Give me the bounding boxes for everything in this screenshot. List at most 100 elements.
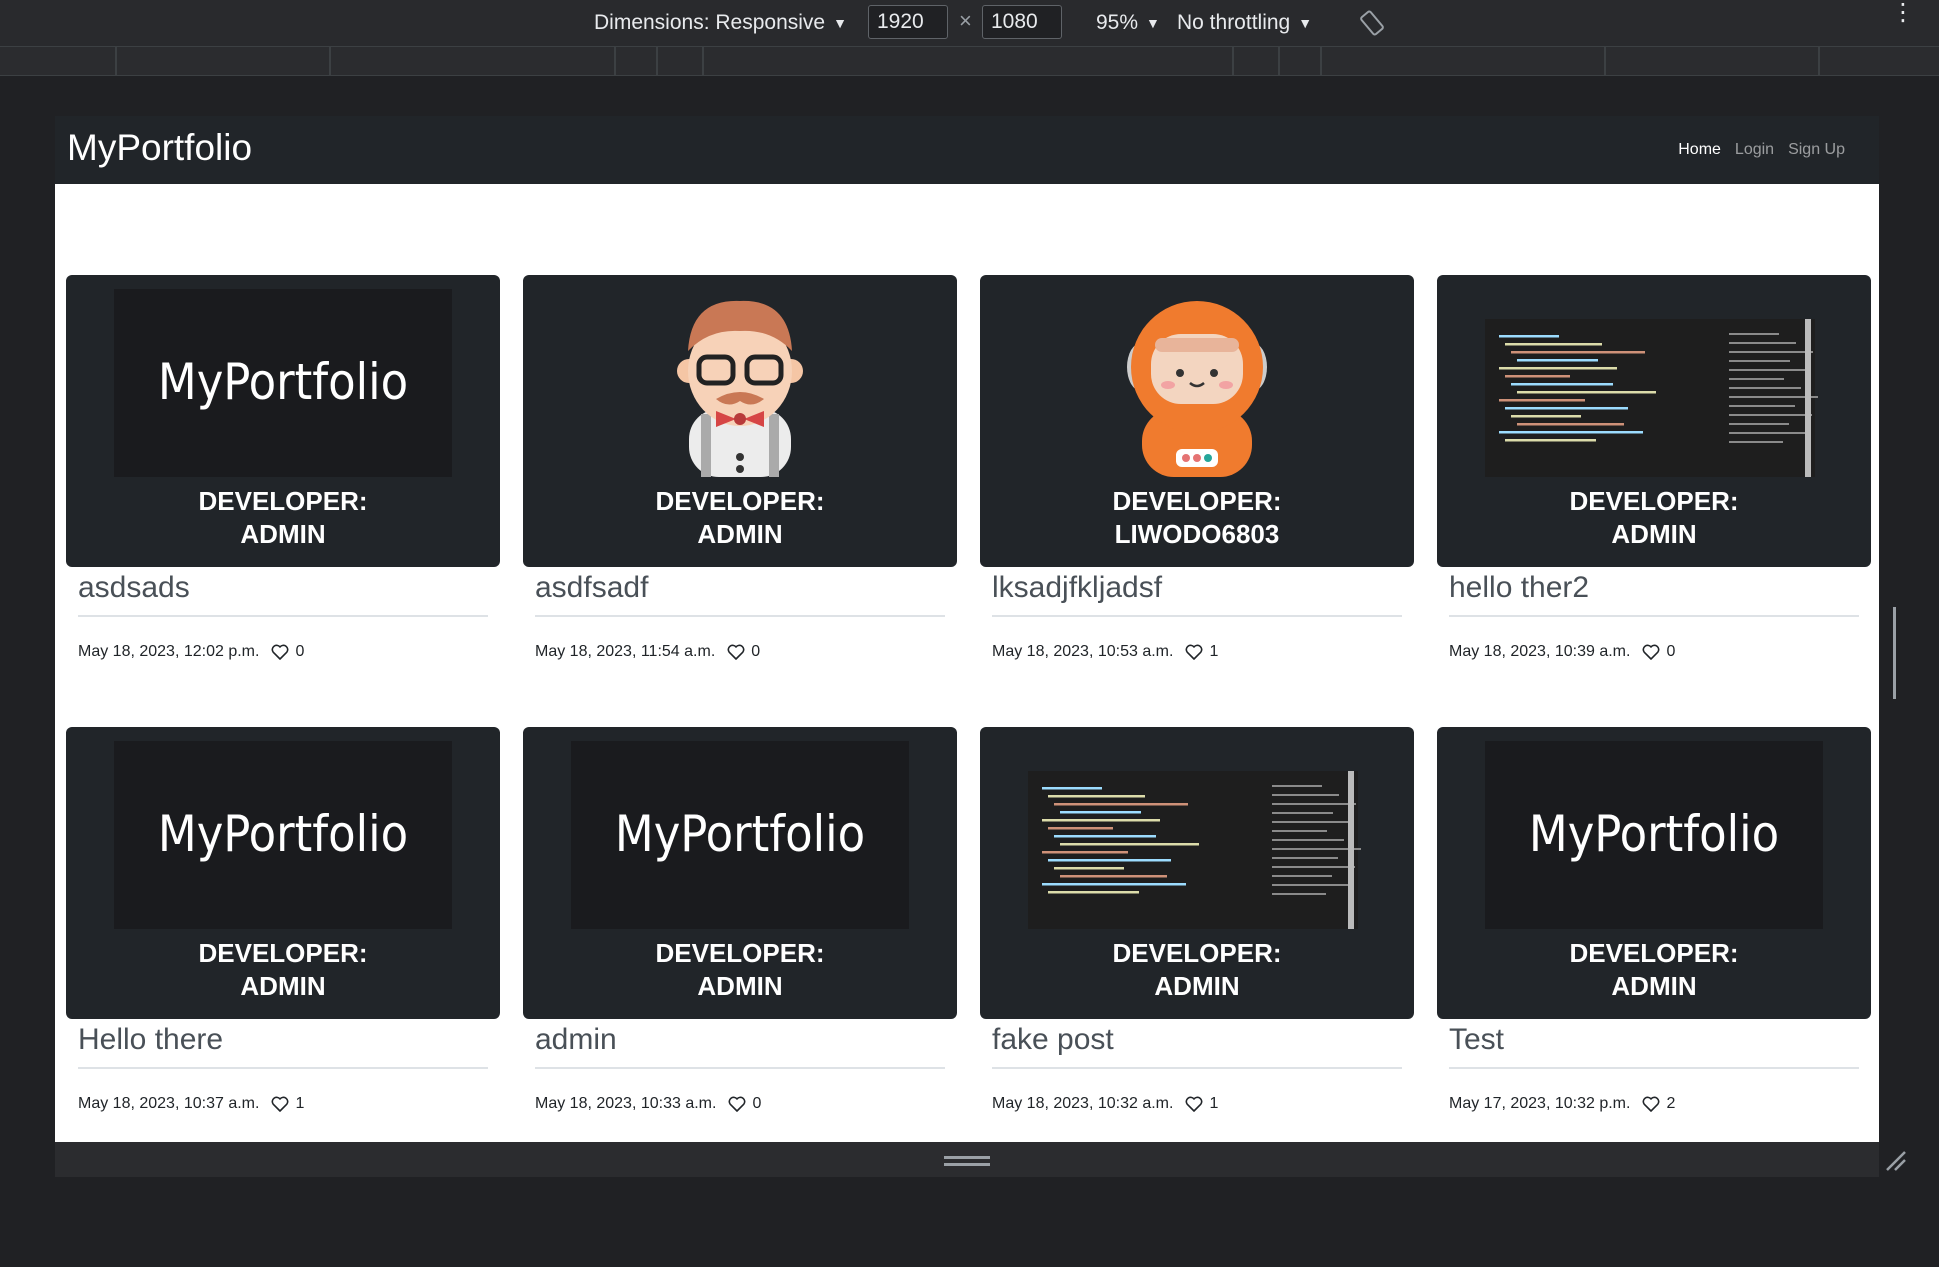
media-query-segment[interactable]	[1234, 47, 1280, 75]
developer-label: DEVELOPER:	[198, 938, 368, 968]
developer-label: DEVELOPER:	[655, 486, 825, 516]
developer-label: DEVELOPER:	[1569, 486, 1739, 516]
post-thumbnail[interactable]: MyPortfolio DEVELOPER: ADMIN	[523, 727, 957, 1019]
post-thumbnail[interactable]: MyPortfolio DEVELOPER: ADMIN	[66, 727, 500, 1019]
media-query-segment[interactable]	[117, 47, 331, 75]
heart-icon[interactable]	[1185, 1096, 1203, 1112]
bottom-resize-handle[interactable]	[944, 1156, 990, 1166]
nav-login-link[interactable]: Login	[1735, 141, 1774, 159]
post-title[interactable]: Test	[1449, 1023, 1859, 1069]
heart-icon[interactable]	[271, 644, 289, 660]
like-count: 0	[1666, 643, 1676, 660]
developer-name: LIWODO6803	[1114, 519, 1280, 549]
corner-resize-icon[interactable]	[1883, 1148, 1907, 1172]
like-count: 1	[1209, 1095, 1219, 1112]
times-sign: ×	[959, 8, 972, 33]
post-date: May 18, 2023, 10:33 a.m.	[535, 1095, 717, 1112]
developer-label: DEVELOPER:	[1112, 486, 1282, 516]
media-query-segment[interactable]	[658, 47, 704, 75]
post-date: May 17, 2023, 10:32 p.m.	[1449, 1095, 1631, 1112]
developer-name: ADMIN	[697, 519, 783, 549]
heart-icon[interactable]	[1642, 644, 1660, 660]
post-title[interactable]: asdsads	[78, 571, 488, 617]
zoom-label: 95%	[1096, 11, 1139, 34]
logo-art-text: MyPortfolio	[615, 805, 865, 863]
caret-down-icon: ▼	[1146, 15, 1160, 31]
post-thumbnail[interactable]: DEVELOPER: ADMIN	[523, 275, 957, 567]
post-date: May 18, 2023, 12:02 p.m.	[78, 643, 260, 660]
nav-signup-link[interactable]: Sign Up	[1788, 141, 1845, 159]
heart-icon[interactable]	[1185, 644, 1203, 660]
caret-down-icon: ▼	[833, 15, 847, 31]
media-query-segment[interactable]	[0, 47, 117, 75]
developer-caption: DEVELOPER: ADMIN	[66, 485, 500, 551]
like-count: 0	[751, 643, 761, 660]
developer-name: ADMIN	[1154, 971, 1240, 1001]
heart-icon[interactable]	[271, 1096, 289, 1112]
media-query-segment[interactable]	[1606, 47, 1820, 75]
navbar: MyPortfolio Home Login Sign Up	[55, 116, 1879, 184]
developer-caption: DEVELOPER: ADMIN	[523, 937, 957, 1003]
post-title[interactable]: admin	[535, 1023, 945, 1069]
post-title[interactable]: asdfsadf	[535, 571, 945, 617]
zoom-dropdown[interactable]: 95% ▼	[1096, 0, 1160, 46]
width-input[interactable]	[868, 5, 948, 39]
like-count: 2	[1666, 1095, 1676, 1112]
post-meta: May 18, 2023, 10:33 a.m. 0	[535, 1095, 761, 1113]
developer-name: ADMIN	[240, 971, 326, 1001]
rotate-icon[interactable]	[1358, 0, 1386, 46]
developer-caption: DEVELOPER: ADMIN	[1437, 937, 1871, 1003]
post-date: May 18, 2023, 10:39 a.m.	[1449, 643, 1631, 660]
post-thumbnail[interactable]: MyPortfolio DEVELOPER: ADMIN	[1437, 727, 1871, 1019]
side-resize-handle[interactable]	[1893, 607, 1903, 699]
media-query-segment[interactable]	[1322, 47, 1606, 75]
post-date: May 18, 2023, 11:54 a.m.	[535, 643, 716, 660]
more-options-icon[interactable]: ⋮	[1891, 1, 1915, 25]
dimensions-label: Dimensions: Responsive	[594, 11, 826, 34]
media-query-bar	[0, 47, 1939, 76]
brand-logo[interactable]: MyPortfolio	[67, 127, 252, 169]
media-query-segment[interactable]	[704, 47, 1234, 75]
logo-art-text: MyPortfolio	[1529, 805, 1779, 863]
post-meta: May 18, 2023, 10:53 a.m. 1	[992, 643, 1218, 661]
logo-art-text: MyPortfolio	[158, 353, 408, 411]
post-date: May 18, 2023, 10:37 a.m.	[78, 1095, 260, 1112]
post-title[interactable]: fake post	[992, 1023, 1402, 1069]
media-query-segment[interactable]	[331, 47, 616, 75]
height-input[interactable]	[982, 5, 1062, 39]
media-query-segment[interactable]	[616, 47, 658, 75]
post-thumbnail[interactable]: MyPortfolio DEVELOPER: ADMIN	[66, 275, 500, 567]
heart-icon[interactable]	[728, 1096, 746, 1112]
developer-label: DEVELOPER:	[1569, 938, 1739, 968]
developer-name: ADMIN	[697, 971, 783, 1001]
throttling-label: No throttling	[1177, 11, 1291, 34]
heart-icon[interactable]	[1642, 1096, 1660, 1112]
developer-label: DEVELOPER:	[655, 938, 825, 968]
developer-name: ADMIN	[240, 519, 326, 549]
devtools-toolbar: Dimensions: Responsive ▼ × 95% ▼ No thro…	[0, 0, 1939, 47]
media-query-segment[interactable]	[1280, 47, 1322, 75]
post-meta: May 18, 2023, 10:32 a.m. 1	[992, 1095, 1218, 1113]
developer-name: ADMIN	[1611, 519, 1697, 549]
nav-home-link[interactable]: Home	[1678, 141, 1721, 159]
post-title[interactable]: hello ther2	[1449, 571, 1859, 617]
developer-caption: DEVELOPER: ADMIN	[980, 937, 1414, 1003]
like-count: 0	[752, 1095, 762, 1112]
nav-links: Home Login Sign Up	[1678, 141, 1845, 159]
post-thumbnail[interactable]: DEVELOPER: ADMIN	[1437, 275, 1871, 567]
post-date: May 18, 2023, 10:32 a.m.	[992, 1095, 1174, 1112]
caret-down-icon: ▼	[1298, 15, 1313, 31]
like-count: 1	[1209, 643, 1219, 660]
throttling-dropdown[interactable]: No throttling ▼	[1177, 0, 1312, 46]
developer-caption: DEVELOPER: ADMIN	[66, 937, 500, 1003]
dimensions-dropdown[interactable]: Dimensions: Responsive ▼	[594, 0, 847, 46]
post-thumbnail[interactable]: DEVELOPER: LIWODO6803	[980, 275, 1414, 567]
heart-icon[interactable]	[727, 644, 745, 660]
post-title[interactable]: lksadjfkljadsf	[992, 571, 1402, 617]
developer-caption: DEVELOPER: ADMIN	[523, 485, 957, 551]
like-count: 0	[295, 643, 305, 660]
developer-label: DEVELOPER:	[198, 486, 368, 516]
post-thumbnail[interactable]: DEVELOPER: ADMIN	[980, 727, 1414, 1019]
like-count: 1	[295, 1095, 305, 1112]
post-title[interactable]: Hello there	[78, 1023, 488, 1069]
